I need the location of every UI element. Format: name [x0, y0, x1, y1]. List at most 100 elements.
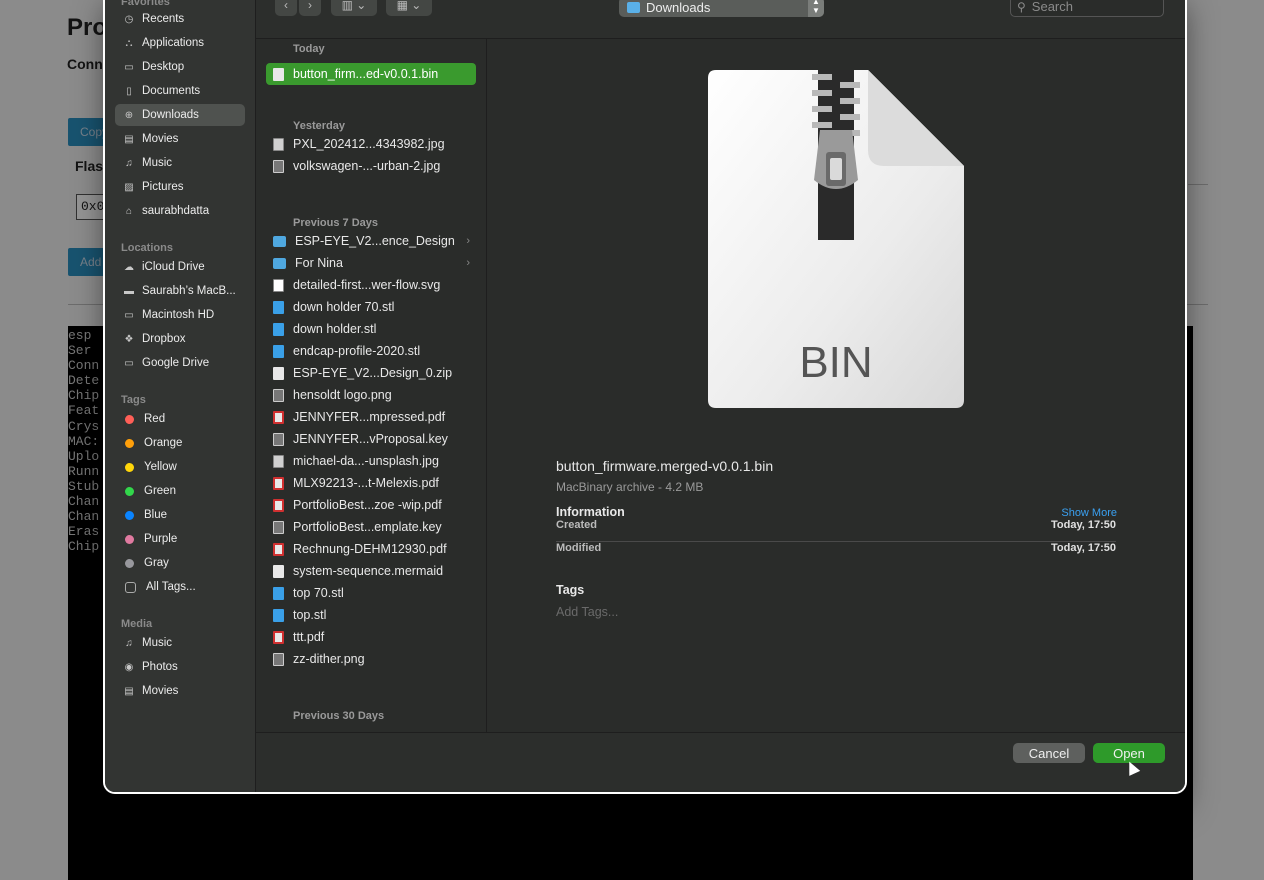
dropbox-icon: ❖ — [124, 333, 134, 345]
file-row[interactable]: zz-dither.png — [266, 648, 476, 670]
sidebar-item-movies[interactable]: ▤ Movies — [115, 680, 245, 702]
music-note-icon: ♫ — [125, 637, 133, 649]
file-row[interactable]: JENNYFER...vProposal.key — [266, 428, 476, 450]
tag-dot-icon — [125, 510, 134, 520]
modified-row: Modified Today, 17:50 — [556, 542, 1116, 564]
sidebar-item-applications[interactable]: ⛬ Applications — [115, 32, 245, 54]
document-icon: ▯ — [126, 85, 132, 97]
sidebar-item-all-tags[interactable]: All Tags... — [115, 576, 245, 598]
updown-arrows-icon: ▲ ▼ — [808, 0, 824, 17]
sidebar-item-movies[interactable]: ▤ Movies — [115, 128, 245, 150]
file-row[interactable]: Rechnung-DEHM12930.pdf — [266, 538, 476, 560]
add-tags-field[interactable]: Add Tags... — [556, 605, 618, 619]
file-row[interactable]: JENNYFER...mpressed.pdf — [266, 406, 476, 428]
stl-file-icon — [273, 344, 284, 358]
sidebar-item-recents[interactable]: ◷ Recents — [115, 8, 245, 30]
file-row[interactable]: PXL_202412...4343982.jpg — [266, 133, 476, 155]
key-file-icon — [273, 159, 284, 173]
sidebar-item-documents[interactable]: ▯ Documents — [115, 80, 245, 102]
view-grid-button[interactable]: ▦ ⌄ — [386, 0, 432, 16]
view-columns-button[interactable]: ▥ ⌄ — [331, 0, 377, 16]
file-name: PortfolioBest...zoe -wip.pdf — [293, 498, 442, 512]
forward-button[interactable]: › — [299, 0, 321, 16]
cancel-button[interactable]: Cancel — [1013, 743, 1085, 763]
folder-icon — [273, 235, 286, 247]
sidebar-item-macintosh-hd[interactable]: ▭ Macintosh HD — [115, 304, 245, 326]
sidebar-item-gray[interactable]: Gray — [115, 552, 245, 574]
file-name: endcap-profile-2020.stl — [293, 344, 421, 358]
file-group-heading: Previous 7 Days — [293, 217, 378, 229]
chevron-right-icon: › — [308, 0, 312, 12]
folder-icon — [627, 1, 640, 13]
sidebar-item-orange[interactable]: Orange — [115, 432, 245, 454]
sidebar-item-music[interactable]: ♫ Music — [115, 152, 245, 174]
location-select[interactable]: Downloads ▲ ▼ — [619, 0, 824, 17]
file-row[interactable]: ESP-EYE_V2...Design_0.zip — [266, 362, 476, 384]
folder-row[interactable]: For Nina › — [266, 252, 476, 274]
sidebar-item-downloads[interactable]: ⊕ Downloads — [115, 104, 245, 126]
file-row[interactable]: MLX92213-...t-Melexis.pdf — [266, 472, 476, 494]
sidebar-item-green[interactable]: Green — [115, 480, 245, 502]
file-row[interactable]: down holder 70.stl — [266, 296, 476, 318]
sidebar-item-label: Movies — [142, 685, 179, 697]
file-row[interactable]: michael-da...-unsplash.jpg — [266, 450, 476, 472]
stl-file-icon — [273, 586, 284, 600]
sidebar-item-purple[interactable]: Purple — [115, 528, 245, 550]
sidebar-item-saurabh-s-macb[interactable]: ▬ Saurabh’s MacB... — [115, 280, 245, 302]
music-note-icon: ♫ — [125, 157, 133, 169]
sidebar-item-yellow[interactable]: Yellow — [115, 456, 245, 478]
sidebar-item-google-drive[interactable]: ▭ Google Drive — [115, 352, 245, 374]
created-value: Today, 17:50 — [1050, 519, 1116, 531]
file-row[interactable]: detailed-first...wer-flow.svg — [266, 274, 476, 296]
open-button[interactable]: Open — [1093, 743, 1165, 763]
file-name: michael-da...-unsplash.jpg — [293, 454, 439, 468]
sidebar-item-dropbox[interactable]: ❖ Dropbox — [115, 328, 245, 350]
created-row: Created Today, 17:50 — [556, 519, 1116, 542]
file-row[interactable]: system-sequence.mermaid — [266, 560, 476, 582]
file-name: top 70.stl — [293, 586, 344, 600]
chevron-right-icon: › — [466, 235, 470, 247]
preview-file-kind: MacBinary archive - 4.2 MB — [556, 480, 704, 494]
file-name: volkswagen-...-urban-2.jpg — [293, 159, 441, 173]
file-row[interactable]: hensoldt logo.png — [266, 384, 476, 406]
sidebar-item-blue[interactable]: Blue — [115, 504, 245, 526]
file-row[interactable]: PortfolioBest...zoe -wip.pdf — [266, 494, 476, 516]
grid-icon: ▦ ⌄ — [396, 0, 422, 12]
sidebar-item-photos[interactable]: ◉ Photos — [115, 656, 245, 678]
file-name: detailed-first...wer-flow.svg — [293, 278, 441, 292]
file-row[interactable]: ttt.pdf — [266, 626, 476, 648]
open-file-dialog: Favorites ◷ Recents ⛬ Applications ▭ Desktop ▯… — [105, 0, 1185, 792]
sidebar-item-music[interactable]: ♫ Music — [115, 632, 245, 654]
folder-row[interactable]: ESP-EYE_V2...ence_Design › — [266, 230, 476, 252]
file-group-heading: Today — [293, 43, 325, 55]
file-row[interactable]: PortfolioBest...emplate.key — [266, 516, 476, 538]
clock-icon: ◷ — [124, 13, 134, 25]
sidebar-item-label: Dropbox — [142, 333, 186, 345]
sidebar-item-desktop[interactable]: ▭ Desktop — [115, 56, 245, 78]
file-row[interactable]: endcap-profile-2020.stl — [266, 340, 476, 362]
file-row[interactable]: down holder.stl — [266, 318, 476, 340]
sidebar-item-red[interactable]: Red — [115, 408, 245, 430]
back-button[interactable]: ‹ — [275, 0, 297, 16]
pdf-file-icon — [273, 542, 284, 556]
pdf-file-icon — [273, 498, 284, 512]
sidebar-item-label: Applications — [142, 37, 205, 49]
sidebar-item-saurabhdatta[interactable]: ⌂ saurabhdatta — [115, 200, 245, 222]
file-row[interactable]: button_firm...ed-v0.0.1.bin — [266, 63, 476, 85]
file-name: ttt.pdf — [293, 630, 325, 644]
sidebar-item-label: Movies — [142, 133, 179, 145]
sidebar-item-pictures[interactable]: ▨ Pictures — [115, 176, 245, 198]
file-name: zz-dither.png — [293, 652, 365, 666]
show-more-link[interactable]: Show More — [1061, 507, 1117, 519]
film-icon: ▤ — [124, 133, 134, 145]
toolbar: ‹ › ▥ ⌄ ▦ ⌄ Downloads ▲ ▼ ⚲ Search — [256, 0, 1185, 39]
svg-file-icon — [273, 278, 284, 292]
file-row[interactable]: volkswagen-...-urban-2.jpg — [266, 155, 476, 177]
sidebar-item-icloud-drive[interactable]: ☁ iCloud Drive — [115, 256, 245, 278]
bin-file-icon: BIN — [708, 70, 964, 408]
file-row[interactable]: top.stl — [266, 604, 476, 626]
key-file-icon — [273, 520, 284, 534]
search-field[interactable]: ⚲ Search — [1010, 0, 1164, 17]
file-row[interactable]: top 70.stl — [266, 582, 476, 604]
modified-label: Modified — [556, 542, 602, 554]
